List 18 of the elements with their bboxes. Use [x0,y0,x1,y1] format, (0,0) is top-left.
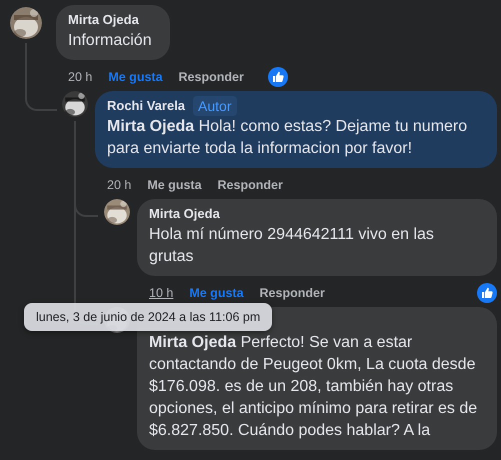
timestamp-link[interactable]: 20 h [68,70,92,84]
thread-connector [25,91,57,111]
reply-link[interactable]: Responder [178,70,244,84]
comment-text: Mirta Ojeda Perfecto! Se van a estar contactando de Peugeot 0km, La cuota desde $176.098. es de un 208, también hay otras opciones, el anticipo mínimo para retirar es de $6.827.850. Cuándo podes hablar? A la [149,333,478,441]
comment-text: Hola mí número 2944642111 vivo en las grutas [149,225,435,267]
like-link[interactable]: Me gusta [147,178,202,192]
timestamp-link[interactable]: 20 h [107,178,132,192]
reply-link[interactable]: Responder [260,286,325,300]
author-name[interactable]: Mirta Ojeda [149,205,220,223]
like-link[interactable]: Me gusta [189,286,244,300]
reply-link[interactable]: Responder [218,178,283,192]
timestamp-link[interactable]: 10 h [149,286,174,300]
author-badge: Autor [193,96,237,116]
like-link[interactable]: Me gusta [108,70,163,84]
comment-text: Mirta Ojeda Hola! como estas? Dejame tu numero para enviarte toda la informacion por favor! [107,117,468,159]
author-name[interactable]: Rochi Varela [107,97,186,115]
comment-text: Información [68,31,152,51]
author-name[interactable]: Mirta Ojeda [68,11,139,29]
